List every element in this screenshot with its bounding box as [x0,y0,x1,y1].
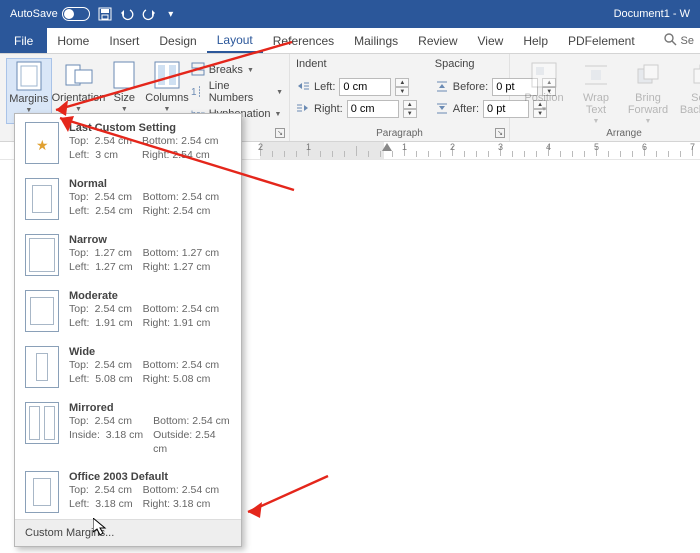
margin-thumb-icon [25,290,59,332]
autosave-toggle[interactable]: AutoSave [10,7,90,21]
search-box[interactable]: Se [657,28,700,53]
custom-margins-item[interactable]: Custom Margins... [15,519,241,546]
title-bar: AutoSave ▾ Document1 - W [0,0,700,28]
toggle-off-icon [62,7,90,21]
annotation-arrow-3 [238,470,338,525]
send-backward-button[interactable]: Send Backward ▼ [676,58,700,125]
annotation-arrow-2 [44,108,304,211]
position-label: Position [524,92,563,104]
group-arrange: Position ▼ Wrap Text ▼ Bring Forward ▼ S… [510,54,700,141]
margin-thumb-icon [25,234,59,276]
indent-heading: Indent [296,58,417,76]
margin-preset-narrow[interactable]: NarrowTop: 1.27 cmBottom: 1.27 cmLeft: 1… [15,226,241,282]
spacing-before-label: Before: [453,81,488,93]
group-paragraph: Indent Left: ▲▼ Right: ▲▼ Spacing [290,54,510,141]
autosave-label: AutoSave [10,8,58,20]
bring-forward-icon [633,60,663,90]
margin-thumb-icon [25,402,59,444]
tab-mailings[interactable]: Mailings [344,28,408,53]
indent-right-spinner[interactable]: ▲▼ [403,100,417,118]
preset-title: Wide [69,346,219,358]
indent-right-row: Right: ▲▼ [296,98,417,120]
preset-title: Office 2003 Default [69,471,219,483]
margin-preset-mirrored[interactable]: MirroredTop: 2.54 cmBottom: 2.54 cmInsid… [15,394,241,463]
tab-file[interactable]: File [0,28,47,53]
indent-right-label: Right: [314,103,343,115]
spacing-after-icon [435,101,449,118]
redo-icon[interactable] [142,7,156,21]
position-button[interactable]: Position ▼ [516,58,572,125]
indent-left-spinner[interactable]: ▲▼ [395,78,409,96]
bring-forward-label: Bring Forward [620,92,676,116]
tab-help[interactable]: Help [513,28,558,53]
tab-view[interactable]: View [468,28,514,53]
chevron-down-icon: ▼ [645,118,652,125]
indent-left-row: Left: ▲▼ [296,76,417,98]
margin-preset-office-2003-default[interactable]: Office 2003 DefaultTop: 2.54 cmBottom: 2… [15,463,241,519]
search-label: Se [681,35,694,47]
position-icon [529,60,559,90]
tab-pdfelement[interactable]: PDFelement [558,28,645,53]
bring-forward-button[interactable]: Bring Forward ▼ [620,58,676,125]
margin-thumb-icon [25,346,59,388]
wrap-text-icon [581,60,611,90]
chevron-down-icon: ▼ [541,106,548,113]
arrange-group-label: Arrange [510,128,700,139]
preset-title: Mirrored [69,402,231,414]
margin-thumb-icon [25,471,59,513]
indent-right-input[interactable] [347,100,399,118]
wrap-text-label: Wrap Text [572,92,620,116]
send-backward-icon [689,60,700,90]
wrap-text-button[interactable]: Wrap Text ▼ [572,58,620,125]
margin-preset-wide[interactable]: WideTop: 2.54 cmBottom: 2.54 cmLeft: 5.0… [15,338,241,394]
preset-title: Narrow [69,234,219,246]
document-title: Document1 - W [614,8,690,20]
qat-customize-icon[interactable]: ▾ [164,7,178,21]
paragraph-group-label: Paragraph [290,128,509,139]
mouse-cursor-icon [93,518,107,539]
save-icon[interactable] [98,7,112,21]
margins-icon [14,61,44,91]
spacing-after-label: After: [453,103,479,115]
undo-icon[interactable] [120,7,134,21]
preset-title: Moderate [69,290,219,302]
spacing-before-icon [435,79,449,96]
indent-left-label: Left: [314,81,335,93]
search-icon [663,32,677,49]
tab-review[interactable]: Review [408,28,467,53]
chevron-down-icon: ▼ [593,118,600,125]
margin-preset-moderate[interactable]: ModerateTop: 2.54 cmBottom: 2.54 cmLeft:… [15,282,241,338]
send-backward-label: Send Backward [676,92,700,116]
indent-left-input[interactable] [339,78,391,96]
paragraph-launcher[interactable]: ↘ [495,128,505,138]
